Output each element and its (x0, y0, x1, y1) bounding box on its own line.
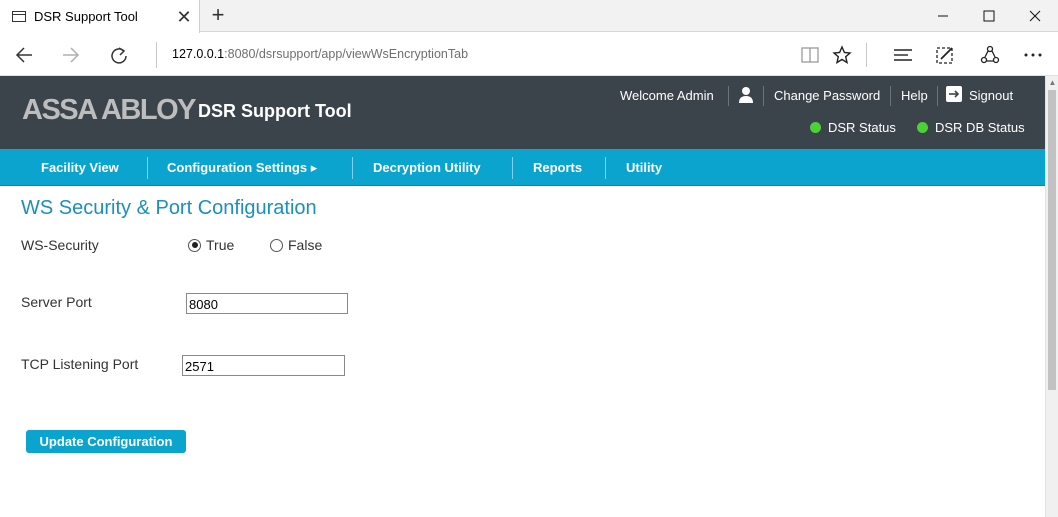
forward-button[interactable] (55, 39, 87, 71)
help-link[interactable]: Help (901, 88, 928, 103)
new-tab-button[interactable]: + (206, 4, 230, 28)
tab-title: DSR Support Tool (34, 9, 138, 24)
header-divider (890, 86, 891, 106)
vertical-scrollbar[interactable]: ▲ (1045, 76, 1058, 517)
header-divider (763, 86, 764, 106)
app-header: ASSA ABLOY DSR Support Tool Welcome Admi… (0, 76, 1045, 149)
ws-security-label: WS-Security (21, 237, 99, 253)
hub-button[interactable] (888, 40, 918, 70)
page-title: WS Security & Port Configuration (21, 197, 317, 219)
more-button[interactable] (1018, 40, 1048, 70)
radio-false[interactable]: False (270, 237, 322, 253)
submenu-arrow-icon: ▸ (310, 160, 318, 175)
back-button[interactable] (8, 39, 40, 71)
page-icon (12, 11, 26, 22)
server-port-label: Server Port (21, 294, 92, 310)
nav-configuration-settings[interactable]: Configuration Settings ▸ (167, 149, 317, 186)
user-icon[interactable] (738, 86, 754, 104)
share-icon (980, 45, 1000, 64)
nav-divider (352, 157, 353, 179)
browser-titlebar: DSR Support Tool ✕ + (0, 0, 1058, 33)
more-icon (1024, 53, 1042, 57)
forward-arrow-icon (63, 47, 80, 63)
close-icon (1029, 10, 1041, 22)
status-dot-icon (810, 122, 821, 133)
dsr-db-status-label: DSR DB Status (935, 120, 1025, 135)
nav-decryption-utility[interactable]: Decryption Utility (373, 149, 481, 186)
address-field[interactable]: 127.0.0.1:8080/dsrsupport/app/viewWsEncr… (172, 47, 468, 61)
radio-true-input[interactable] (188, 238, 201, 252)
url-host: 127.0.0.1 (172, 47, 225, 61)
refresh-icon (111, 47, 127, 64)
header-divider (937, 86, 938, 106)
dsr-status-label: DSR Status (828, 120, 896, 135)
change-password-link[interactable]: Change Password (774, 88, 880, 103)
nav-reports[interactable]: Reports (533, 149, 582, 186)
dsr-db-status: DSR DB Status (917, 120, 1025, 135)
refresh-button[interactable] (103, 39, 135, 71)
tcp-port-input[interactable] (182, 355, 345, 376)
dsr-status: DSR Status (810, 120, 896, 135)
browser-tab[interactable]: DSR Support Tool ✕ (0, 0, 200, 33)
scroll-thumb[interactable] (1048, 90, 1056, 390)
star-icon (832, 45, 852, 64)
assa-abloy-logo: ASSA ABLOY (22, 94, 196, 126)
nav-divider (512, 157, 513, 179)
favorite-button[interactable] (827, 40, 857, 70)
radio-true[interactable]: True (188, 237, 234, 253)
scroll-up-icon[interactable]: ▲ (1047, 78, 1058, 88)
signout-icon[interactable] (946, 86, 962, 102)
hub-icon (894, 49, 912, 61)
toolbar-divider (866, 43, 867, 67)
reading-view-button[interactable] (795, 40, 825, 70)
url-path: :8080/dsrsupport/app/viewWsEncryptionTab (224, 47, 469, 61)
nav-divider (605, 157, 606, 179)
server-port-input[interactable] (186, 293, 348, 314)
back-arrow-icon (15, 47, 32, 63)
share-button[interactable] (975, 40, 1005, 70)
header-divider (728, 86, 729, 106)
url-divider (156, 42, 157, 68)
update-configuration-button[interactable]: Update Configuration (26, 430, 186, 453)
minimize-button[interactable] (920, 0, 966, 32)
nav-configuration-settings-label: Configuration Settings (167, 160, 308, 175)
radio-false-label: False (288, 237, 323, 253)
app-title: DSR Support Tool (198, 101, 352, 121)
radio-true-label: True (206, 237, 235, 253)
maximize-icon (983, 10, 995, 22)
main-nav: Facility View Configuration Settings ▸ D… (0, 149, 1045, 186)
minimize-icon (938, 15, 948, 17)
tab-close-button[interactable]: ✕ (169, 8, 199, 26)
book-icon (801, 47, 819, 63)
signout-link[interactable]: Signout (969, 88, 1013, 103)
web-note-icon (936, 47, 953, 64)
welcome-text: Welcome Admin (620, 88, 714, 103)
status-dot-icon (917, 122, 928, 133)
nav-divider (147, 157, 148, 179)
web-note-button[interactable] (930, 40, 960, 70)
maximize-button[interactable] (966, 0, 1012, 32)
radio-false-input[interactable] (270, 238, 283, 252)
nav-utility[interactable]: Utility (626, 149, 662, 186)
browser-toolbar: 127.0.0.1:8080/dsrsupport/app/viewWsEncr… (0, 33, 1058, 76)
window-close-button[interactable] (1012, 0, 1058, 32)
nav-facility-view[interactable]: Facility View (41, 149, 119, 186)
tcp-port-label: TCP Listening Port (21, 356, 139, 372)
